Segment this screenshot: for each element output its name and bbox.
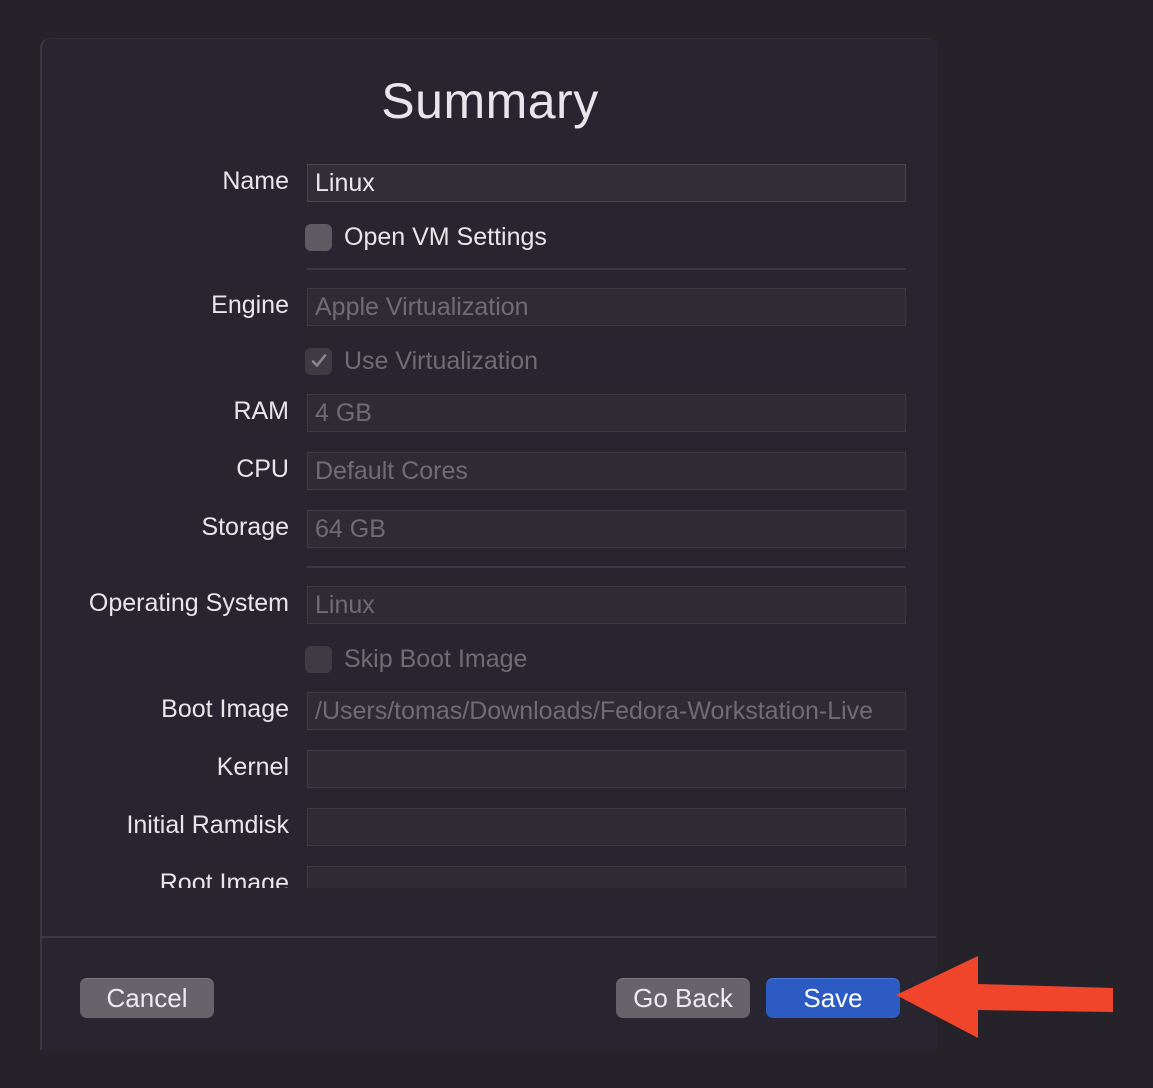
- cpu-label: CPU: [236, 455, 289, 483]
- ram-field: 4 GB: [307, 394, 906, 432]
- use-virtualization-label: Use Virtualization: [344, 346, 539, 375]
- section-divider: [307, 566, 906, 568]
- cancel-button[interactable]: Cancel: [80, 978, 214, 1018]
- footer-divider: [42, 936, 936, 938]
- use-virtualization-checkbox: [305, 347, 332, 375]
- ram-label: RAM: [233, 397, 289, 425]
- storage-label: Storage: [201, 513, 289, 541]
- kernel-label: Kernel: [216, 753, 289, 781]
- open-vm-settings-checkbox[interactable]: [305, 223, 332, 251]
- checkmark-icon: [311, 354, 326, 367]
- open-vm-settings-label: Open VM Settings: [344, 222, 547, 251]
- operating-system-label: Operating System: [88, 589, 289, 617]
- scroll-clip: Root Image: [0, 858, 1153, 888]
- skip-boot-image-label: Skip Boot Image: [344, 644, 528, 673]
- boot-image-field: /Users/tomas/Downloads/Fedora-Workstatio…: [307, 692, 906, 730]
- name-label: Name: [222, 167, 289, 195]
- open-vm-settings-checkbox-row[interactable]: Open VM Settings: [305, 221, 547, 253]
- root-image-field: [307, 866, 906, 888]
- save-button[interactable]: Save: [766, 978, 900, 1018]
- engine-label: Engine: [211, 291, 289, 319]
- kernel-field: [307, 750, 906, 788]
- dialog-title: Summary: [381, 73, 599, 129]
- section-divider: [307, 268, 906, 270]
- initial-ramdisk-label: Initial Ramdisk: [126, 811, 289, 839]
- initial-ramdisk-field: [307, 808, 906, 846]
- arrow-icon: [896, 956, 1113, 1038]
- name-field[interactable]: Linux: [307, 164, 906, 202]
- boot-image-label: Boot Image: [161, 695, 289, 723]
- engine-field: Apple Virtualization: [307, 288, 906, 326]
- storage-field: 64 GB: [307, 510, 906, 548]
- go-back-button[interactable]: Go Back: [616, 978, 750, 1018]
- operating-system-field: Linux: [307, 586, 906, 624]
- root-image-label: Root Image: [159, 869, 289, 888]
- cpu-field: Default Cores: [307, 452, 906, 490]
- skip-boot-image-checkbox: [305, 645, 332, 673]
- skip-boot-image-checkbox-row: Skip Boot Image: [305, 643, 527, 675]
- use-virtualization-checkbox-row: Use Virtualization: [305, 345, 538, 377]
